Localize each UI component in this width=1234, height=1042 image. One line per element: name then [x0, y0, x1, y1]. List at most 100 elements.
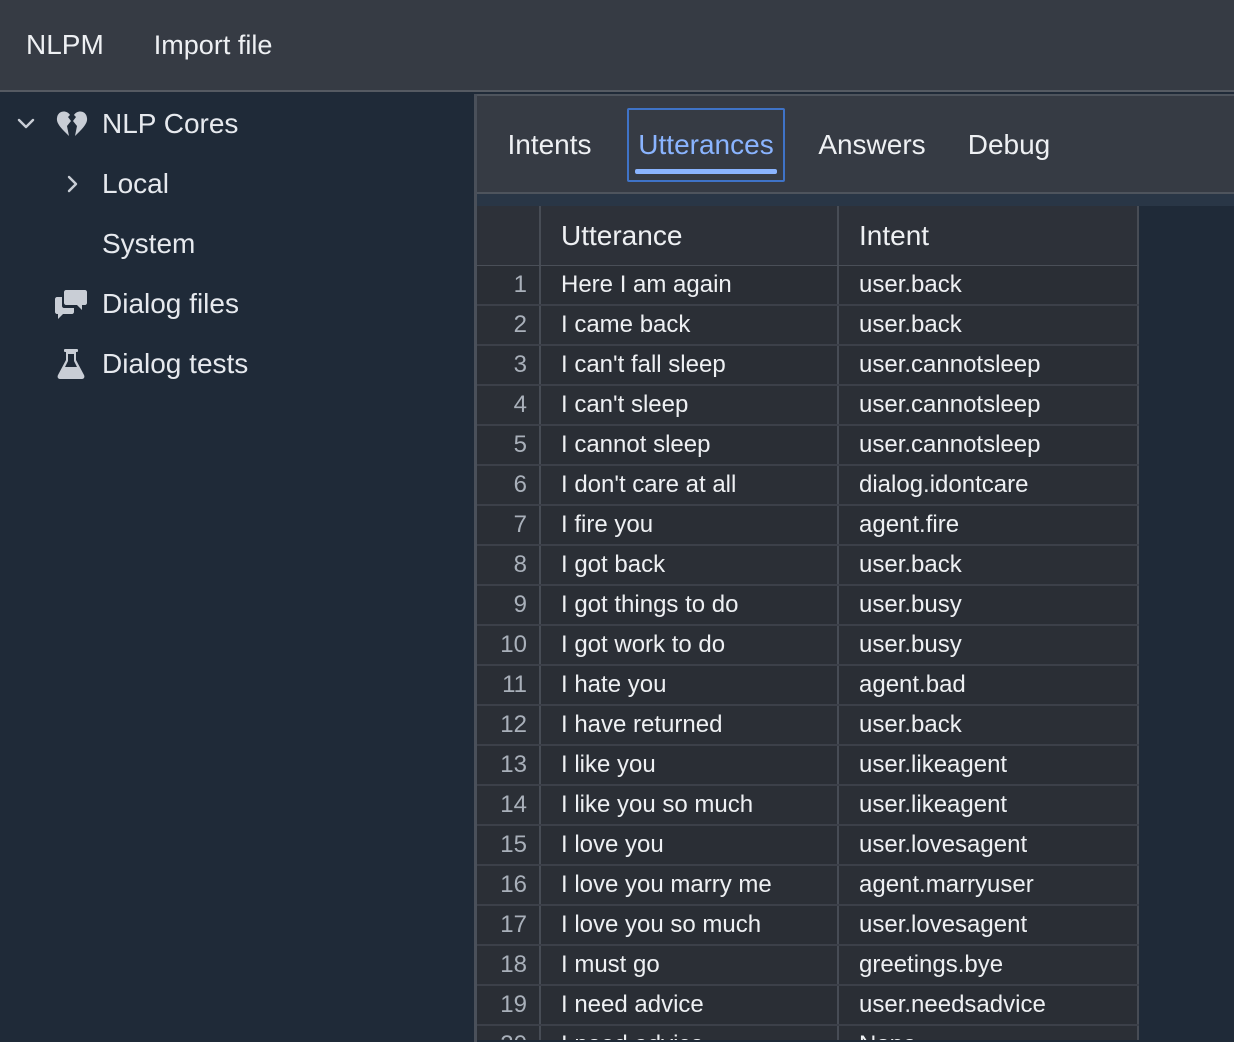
sidebar-item-system[interactable]: System — [0, 214, 474, 274]
row-number: 5 — [477, 426, 541, 464]
utterance-cell[interactable]: I got work to do — [541, 626, 839, 664]
table-row[interactable]: 11 I hate you agent.bad — [477, 666, 1139, 706]
table-row[interactable]: 16 I love you marry me agent.marryuser — [477, 866, 1139, 906]
sidebar-item-label: Dialog tests — [102, 348, 249, 379]
utterance-cell[interactable]: I came back — [541, 306, 839, 344]
table-row[interactable]: 19 I need advice user.needsadvice — [477, 986, 1139, 1026]
table-row[interactable]: 12 I have returned user.back — [477, 706, 1139, 746]
table-row[interactable]: 15 I love you user.lovesagent — [477, 826, 1139, 866]
row-number: 18 — [477, 946, 541, 984]
row-number: 14 — [477, 786, 541, 824]
table-row[interactable]: 9I got things to do user.busy — [477, 586, 1139, 626]
main-panel: Intents Utterances Answers Debug Utteran… — [477, 94, 1234, 1042]
utterance-cell[interactable]: I can't sleep — [541, 386, 839, 424]
row-number: 16 — [477, 866, 541, 904]
intent-cell[interactable]: user.back — [839, 546, 1139, 584]
intent-cell[interactable]: greetings.bye — [839, 946, 1139, 984]
table-row[interactable]: 18 I must go greetings.bye — [477, 946, 1139, 986]
tab-utterances[interactable]: Utterances — [627, 108, 785, 182]
utterance-cell[interactable]: Here I am again — [541, 266, 839, 304]
row-number: 20 — [477, 1026, 541, 1040]
table-row[interactable]: 14 I like you so much user.likeagent — [477, 786, 1139, 826]
intent-cell[interactable]: user.lovesagent — [839, 826, 1139, 864]
intent-cell[interactable]: user.busy — [839, 586, 1139, 624]
table-row[interactable]: 17 I love you so much user.lovesagent — [477, 906, 1139, 946]
utterance-cell[interactable]: I must go — [541, 946, 839, 984]
utterance-cell[interactable]: I cannot sleep — [541, 426, 839, 464]
intent-cell[interactable]: user.back — [839, 306, 1139, 344]
table-row[interactable]: 20I need adviceNone — [477, 1026, 1139, 1040]
sidebar-item-label: Dialog files — [102, 288, 239, 319]
row-number-header — [477, 206, 541, 265]
tab-answers[interactable]: Answers — [809, 108, 935, 182]
table-body[interactable]: 1 Here I am again user.back 2 I came back use… — [477, 266, 1139, 1040]
table-header: Utterance Intent — [477, 206, 1139, 266]
intent-cell[interactable]: None — [839, 1026, 1139, 1040]
import-file-menu-item[interactable]: Import file — [154, 30, 273, 61]
utterance-cell[interactable]: I like you so much — [541, 786, 839, 824]
table-row[interactable]: 1 Here I am again user.back — [477, 266, 1139, 306]
utterance-cell[interactable]: I can't fall sleep — [541, 346, 839, 384]
intent-cell[interactable]: user.cannotsleep — [839, 386, 1139, 424]
intent-cell[interactable]: user.back — [839, 706, 1139, 744]
column-header-utterance[interactable]: Utterance — [541, 206, 839, 265]
table-row[interactable]: 5I cannot sleep user.cannotsleep — [477, 426, 1139, 466]
row-number: 9 — [477, 586, 541, 624]
table-row[interactable]: 13 I like you user.likeagent — [477, 746, 1139, 786]
broken-heart-icon — [55, 107, 89, 141]
intent-cell[interactable]: user.cannotsleep — [839, 426, 1139, 464]
column-header-intent[interactable]: Intent — [839, 206, 1139, 265]
row-number: 15 — [477, 826, 541, 864]
row-number: 7 — [477, 506, 541, 544]
sidebar-item-local[interactable]: Local — [0, 154, 474, 214]
intent-cell[interactable]: user.lovesagent — [839, 906, 1139, 944]
tab-intents[interactable]: Intents — [497, 108, 602, 182]
utterance-cell[interactable]: I like you — [541, 746, 839, 784]
table-row[interactable]: 3I can't fall sleep user.cannotsleep — [477, 346, 1139, 386]
tab-debug[interactable]: Debug — [959, 108, 1059, 182]
table-row[interactable]: 6I don't care at all dialog.idontcare — [477, 466, 1139, 506]
tab-label: Debug — [967, 129, 1051, 160]
intent-cell[interactable]: user.likeagent — [839, 786, 1139, 824]
flask-icon — [54, 347, 88, 381]
tab-content-border — [477, 194, 1234, 206]
utterance-cell[interactable]: I need advice — [541, 1026, 839, 1040]
intent-cell[interactable]: agent.bad — [839, 666, 1139, 704]
utterance-cell[interactable]: I hate you — [541, 666, 839, 704]
utterance-cell[interactable]: I love you so much — [541, 906, 839, 944]
table-row[interactable]: 4I can't sleep user.cannotsleep — [477, 386, 1139, 426]
intent-cell[interactable]: user.cannotsleep — [839, 346, 1139, 384]
tab-label: Answers — [818, 129, 926, 160]
row-number: 19 — [477, 986, 541, 1024]
utterance-cell[interactable]: I got back — [541, 546, 839, 584]
sidebar-item-dialog-tests[interactable]: Dialog tests — [0, 334, 474, 394]
row-number: 13 — [477, 746, 541, 784]
table-row[interactable]: 7I fire you agent.fire — [477, 506, 1139, 546]
sidebar-item-nlp-cores[interactable]: NLP Cores — [0, 94, 474, 154]
chevron-down-icon[interactable] — [14, 112, 38, 136]
row-number: 11 — [477, 666, 541, 704]
utterance-cell[interactable]: I need advice — [541, 986, 839, 1024]
utterance-cell[interactable]: I fire you — [541, 506, 839, 544]
utterance-cell[interactable]: I don't care at all — [541, 466, 839, 504]
utterance-cell[interactable]: I love you marry me — [541, 866, 839, 904]
intent-cell[interactable]: user.likeagent — [839, 746, 1139, 784]
intent-cell[interactable]: user.back — [839, 266, 1139, 304]
table-row[interactable]: 2I came back user.back — [477, 306, 1139, 346]
intent-cell[interactable]: agent.fire — [839, 506, 1139, 544]
intent-cell[interactable]: dialog.idontcare — [839, 466, 1139, 504]
sidebar-item-dialog-files[interactable]: Dialog files — [0, 274, 474, 334]
utterance-cell[interactable]: I have returned — [541, 706, 839, 744]
top-bar: NLPM Import file — [0, 0, 1234, 92]
intent-cell[interactable]: user.needsadvice — [839, 986, 1139, 1024]
chevron-right-icon[interactable] — [60, 172, 84, 196]
tab-bar: Intents Utterances Answers Debug — [477, 94, 1234, 194]
utterance-cell[interactable]: I love you — [541, 826, 839, 864]
row-number: 8 — [477, 546, 541, 584]
intent-cell[interactable]: agent.marryuser — [839, 866, 1139, 904]
table-row[interactable]: 8I got back user.back — [477, 546, 1139, 586]
intent-cell[interactable]: user.busy — [839, 626, 1139, 664]
row-number: 3 — [477, 346, 541, 384]
table-row[interactable]: 10 I got work to do user.busy — [477, 626, 1139, 666]
utterance-cell[interactable]: I got things to do — [541, 586, 839, 624]
